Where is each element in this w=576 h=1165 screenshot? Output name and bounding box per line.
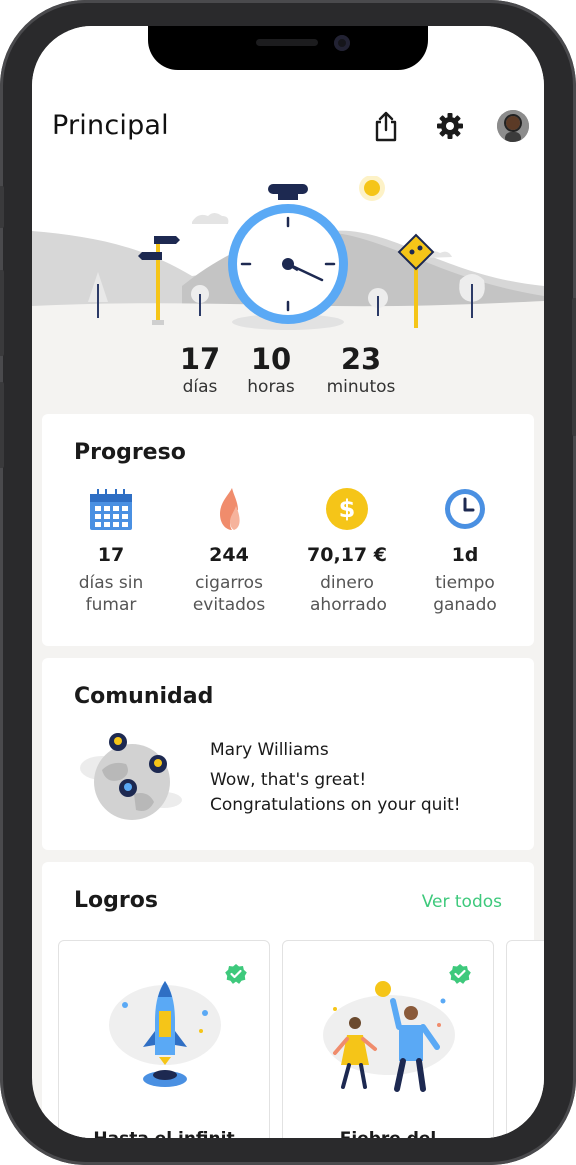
svg-text:$: $ [339,495,356,523]
volume-down-button [0,382,4,468]
stat-label: tiempo ganado [433,573,497,615]
achievement-card[interactable]: Fiebre del [282,940,494,1138]
stat-cigarettes-avoided[interactable]: 244 cigarros evitados [170,486,288,616]
phone-frame: Principal 17 días 10 horas 23 minutos Pr… [0,0,576,1165]
user-avatar-icon [497,110,529,142]
calendar-icon [90,489,132,530]
stat-label: días sin fumar [78,573,144,615]
mute-switch [0,186,4,228]
volume-up-button [0,270,4,356]
community-title: Comunidad [74,684,214,709]
share-icon [375,111,397,142]
power-button [572,298,576,436]
timer-days-label: días [182,377,218,397]
timer-days: 17 días [172,342,228,398]
timer-minutes-label: minutos [326,377,396,397]
notch [148,26,428,70]
achievements-title: Logros [74,888,158,913]
front-camera [334,35,350,51]
timer-illustration [32,175,544,366]
stat-value: 244 [209,544,249,566]
avatar[interactable] [497,110,529,142]
stat-value: 1d [451,544,479,566]
timer-minutes-value: 23 [340,342,382,376]
achievement-card[interactable]: Hasta el infinit [58,940,270,1138]
achievement-card[interactable] [506,940,544,1138]
settings-button[interactable] [434,110,466,142]
timer-days-value: 17 [179,342,221,376]
progress-card: Progreso 17 días sin fumar 244 cigarros … [42,414,534,646]
see-all-link[interactable]: Ver todos [422,892,502,912]
message-author: Mary Williams [210,740,329,760]
timer-hours: 10 horas [238,342,304,398]
page-title: Principal [52,110,169,141]
message-text: Wow, that's great! Congratulations on yo… [210,768,510,818]
stat-money-saved[interactable]: $ 70,17 € dinero ahorrado [288,486,406,616]
gear-icon [437,113,463,139]
dancing-couple-illustration [323,981,455,1092]
flame-icon [220,488,240,530]
stat-value: 70,17 € [307,544,387,566]
rocket-illustration [109,981,221,1087]
timer-hours-label: horas [247,377,295,397]
achievement-title: Hasta el infinit [59,1129,269,1138]
message-line: Wow, that's great! [210,770,367,790]
stat-days-smoke-free[interactable]: 17 días sin fumar [52,486,170,616]
stat-value: 17 [97,544,125,566]
stat-time-gained[interactable]: 1d tiempo ganado [406,486,524,616]
community-card[interactable]: Comunidad Mary Williams Wow, that's grea… [42,658,534,850]
check-badge-icon [225,964,247,984]
landscape-illustration [32,175,544,366]
dollar-coin-icon: $ [326,488,368,530]
community-globe-illustration [80,733,182,820]
share-button[interactable] [370,110,402,142]
achievements-card: Logros Ver todos [42,862,544,1138]
progress-title: Progreso [74,440,186,465]
timer-minutes: 23 minutos [320,342,402,398]
app-screen: Principal 17 días 10 horas 23 minutos Pr… [32,26,544,1138]
stat-label: cigarros evitados [192,573,266,615]
message-line: Congratulations on your quit! [210,795,461,815]
clock-icon [445,489,485,529]
speaker [256,39,318,46]
stat-label: dinero ahorrado [310,573,387,615]
achievement-title: Fiebre del [283,1129,493,1138]
timer-hours-value: 10 [250,342,292,376]
